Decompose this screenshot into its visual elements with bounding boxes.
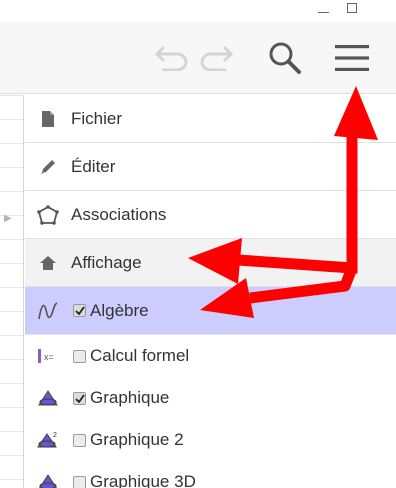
main-menu-panel: Fichier Éditer Associations Affichage Al… — [25, 95, 396, 488]
redo-icon — [200, 45, 234, 71]
file-icon — [25, 95, 71, 143]
menu-item-label: Éditer — [71, 156, 116, 176]
algebra-view-icon — [25, 287, 71, 335]
view-item-algebra[interactable]: Algèbre — [25, 287, 396, 335]
menu-item-associations[interactable]: Associations — [25, 191, 396, 239]
polygon-icon — [25, 191, 71, 239]
graphics-3d-view-icon — [25, 461, 71, 488]
home-icon — [25, 239, 71, 287]
view-item-graphics-3d[interactable]: Graphique 3D — [25, 461, 396, 488]
menu-item-view[interactable]: Affichage — [25, 239, 396, 287]
svg-text:2: 2 — [53, 432, 57, 439]
menu-item-edit[interactable]: Éditer — [25, 143, 396, 191]
graphics-3d-checkbox[interactable] — [73, 475, 86, 488]
search-icon — [269, 42, 301, 74]
cas-view-icon: x= — [25, 335, 71, 377]
graphics-2-checkbox[interactable] — [73, 433, 86, 447]
undo-button[interactable] — [150, 22, 192, 94]
algebra-checkbox[interactable] — [73, 304, 86, 317]
cas-checkbox[interactable] — [73, 349, 86, 363]
expand-arrow-icon[interactable]: ▶ — [4, 213, 12, 224]
top-toolbar — [0, 22, 396, 94]
algebra-gutter: ▶ — [0, 95, 24, 488]
redo-button[interactable] — [196, 22, 238, 94]
graphics-checkbox[interactable] — [73, 391, 86, 405]
menu-item-label: Associations — [71, 204, 167, 224]
menu-item-file[interactable]: Fichier — [25, 95, 396, 143]
undo-icon — [154, 45, 188, 71]
hamburger-menu-icon — [335, 45, 369, 71]
view-item-graphics[interactable]: Graphique — [25, 377, 396, 419]
geogebra-window: ▶ Fichier Éditer Associations Affichage … — [0, 0, 396, 488]
view-item-label: Graphique 2 — [90, 430, 184, 449]
search-button[interactable] — [262, 22, 308, 94]
view-item-label: Calcul formel — [90, 346, 190, 365]
view-item-label: Graphique 3D — [90, 472, 196, 488]
minimize-icon[interactable] — [318, 4, 329, 13]
main-menu-button[interactable] — [326, 22, 378, 94]
view-item-label: Graphique — [90, 388, 170, 407]
menu-item-label: Fichier — [71, 108, 123, 128]
pencil-icon — [25, 143, 71, 191]
cas-icon-text: x= — [44, 352, 54, 362]
view-item-graphics-2[interactable]: 2 Graphique 2 — [25, 419, 396, 461]
view-item-cas[interactable]: x= Calcul formel — [25, 335, 396, 377]
graphics-view-icon — [25, 377, 71, 419]
graphics-2-view-icon: 2 — [25, 419, 71, 461]
maximize-icon[interactable] — [347, 3, 357, 13]
menu-item-label: Affichage — [71, 252, 142, 272]
window-title-bar — [0, 0, 396, 22]
view-item-label: Algèbre — [90, 300, 149, 320]
